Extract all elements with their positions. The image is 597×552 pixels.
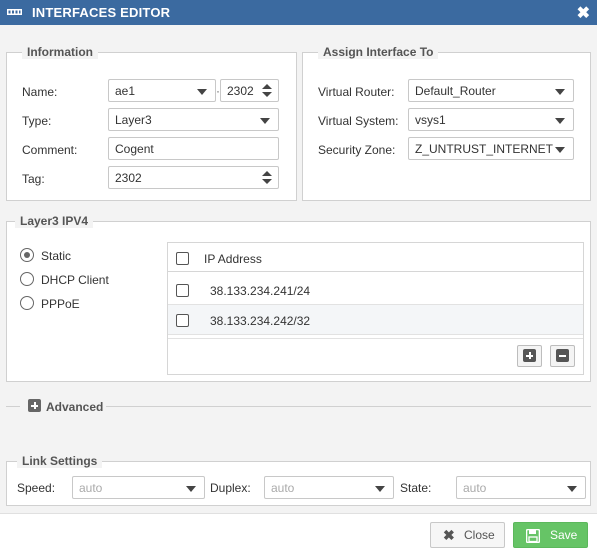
- security-zone-value: Z_UNTRUST_INTERNET: [415, 142, 554, 156]
- subinterface-value: 2302: [227, 84, 254, 98]
- advanced-divider-right: [106, 406, 591, 407]
- static-label[interactable]: Static: [41, 249, 71, 263]
- ip-address-column-header: IP Address: [204, 252, 262, 266]
- table-header: IP Address: [168, 243, 583, 272]
- information-section: Information Name: ae1 · 2302 Type: Layer…: [6, 45, 297, 201]
- window-title: INTERFACES EDITOR: [32, 5, 171, 20]
- state-select[interactable]: auto: [456, 476, 586, 499]
- save-button-label: Save: [550, 528, 578, 542]
- ip-address-table: IP Address 38.133.234.241/24 38.133.234.…: [167, 242, 584, 375]
- close-icon[interactable]: ✖: [577, 3, 590, 23]
- name-label: Name:: [22, 85, 58, 99]
- virtual-system-select[interactable]: vsys1: [408, 108, 574, 131]
- remove-address-button[interactable]: [550, 345, 575, 367]
- close-icon: ✖: [443, 527, 455, 543]
- advanced-section: Advanced: [6, 390, 591, 422]
- chevron-down-icon: [555, 147, 565, 153]
- chevron-down-icon: [375, 486, 385, 492]
- static-radio[interactable]: [20, 248, 34, 262]
- type-select[interactable]: Layer3: [108, 108, 279, 131]
- minus-icon: [556, 349, 569, 362]
- chevron-down-icon: [555, 89, 565, 95]
- close-button[interactable]: ✖ Close: [430, 522, 505, 548]
- chevron-down-icon: [567, 486, 577, 492]
- spinner-icon[interactable]: [262, 84, 272, 98]
- comment-input[interactable]: Cogent: [108, 137, 279, 160]
- chevron-down-icon: [197, 89, 207, 95]
- tag-value: 2302: [115, 171, 142, 185]
- comment-value: Cogent: [115, 142, 154, 156]
- drag-handle-icon[interactable]: [7, 9, 22, 15]
- duplex-value: auto: [271, 481, 295, 495]
- spinner-icon[interactable]: [262, 171, 272, 185]
- virtual-router-label: Virtual Router:: [318, 85, 395, 99]
- chevron-down-icon: [260, 118, 270, 124]
- speed-label: Speed:: [17, 481, 56, 495]
- table-row[interactable]: 38.133.234.241/24: [168, 275, 583, 305]
- name-value: ae1: [115, 84, 136, 98]
- ip-address-cell: 38.133.234.242/32: [210, 314, 311, 328]
- tag-label: Tag:: [22, 172, 45, 186]
- ip-address-cell: 38.133.234.241/24: [210, 284, 311, 298]
- virtual-router-value: Default_Router: [415, 84, 496, 98]
- pppoe-label[interactable]: PPPoE: [41, 297, 80, 311]
- comment-label: Comment:: [22, 143, 78, 157]
- virtual-system-label: Virtual System:: [318, 114, 399, 128]
- state-value: auto: [463, 481, 487, 495]
- row-checkbox[interactable]: [176, 284, 189, 297]
- virtual-system-value: vsys1: [415, 113, 446, 127]
- dhcp-client-radio[interactable]: [20, 272, 34, 286]
- advanced-label[interactable]: Advanced: [46, 400, 103, 414]
- subinterface-input[interactable]: 2302: [220, 79, 279, 102]
- dhcp-client-label[interactable]: DHCP Client: [41, 273, 109, 287]
- dialog-footer: ✖ Close Save: [0, 513, 597, 552]
- table-toolbar: [168, 338, 583, 374]
- row-checkbox[interactable]: [176, 314, 189, 327]
- speed-select[interactable]: auto: [72, 476, 205, 499]
- information-legend: Information: [22, 45, 98, 59]
- duplex-label: Duplex:: [210, 481, 251, 495]
- tag-input[interactable]: 2302: [108, 166, 279, 189]
- assign-interface-section: Assign Interface To Virtual Router: Defa…: [302, 45, 591, 201]
- type-label: Type:: [22, 114, 52, 128]
- security-zone-select[interactable]: Z_UNTRUST_INTERNET: [408, 137, 574, 160]
- pppoe-radio[interactable]: [20, 296, 34, 310]
- save-icon: [526, 529, 540, 543]
- state-label: State:: [400, 481, 432, 495]
- plus-icon: [523, 349, 536, 362]
- link-settings-section: Link Settings Speed: auto Duplex: auto S…: [6, 454, 591, 506]
- assign-legend: Assign Interface To: [318, 45, 439, 59]
- close-button-label: Close: [464, 528, 495, 542]
- table-row[interactable]: 38.133.234.242/32: [168, 305, 583, 335]
- select-all-checkbox[interactable]: [176, 252, 189, 265]
- type-value: Layer3: [115, 113, 152, 127]
- duplex-select[interactable]: auto: [264, 476, 394, 499]
- security-zone-label: Security Zone:: [318, 143, 396, 157]
- speed-value: auto: [79, 481, 103, 495]
- advanced-divider-left: [6, 406, 20, 407]
- chevron-down-icon: [555, 118, 565, 124]
- title-bar: INTERFACES EDITOR ✖: [0, 0, 597, 25]
- plus-icon: [28, 399, 41, 412]
- layer3-ipv4-section: Layer3 IPV4 Static DHCP Client PPPoE IP …: [6, 214, 591, 382]
- advanced-toggle[interactable]: [28, 399, 41, 412]
- virtual-router-select[interactable]: Default_Router: [408, 79, 574, 102]
- link-settings-legend: Link Settings: [17, 454, 103, 468]
- name-select[interactable]: ae1: [108, 79, 216, 102]
- ipv4-legend: Layer3 IPV4: [15, 214, 94, 228]
- save-button[interactable]: Save: [513, 522, 588, 548]
- add-address-button[interactable]: [517, 345, 542, 367]
- chevron-down-icon: [186, 486, 196, 492]
